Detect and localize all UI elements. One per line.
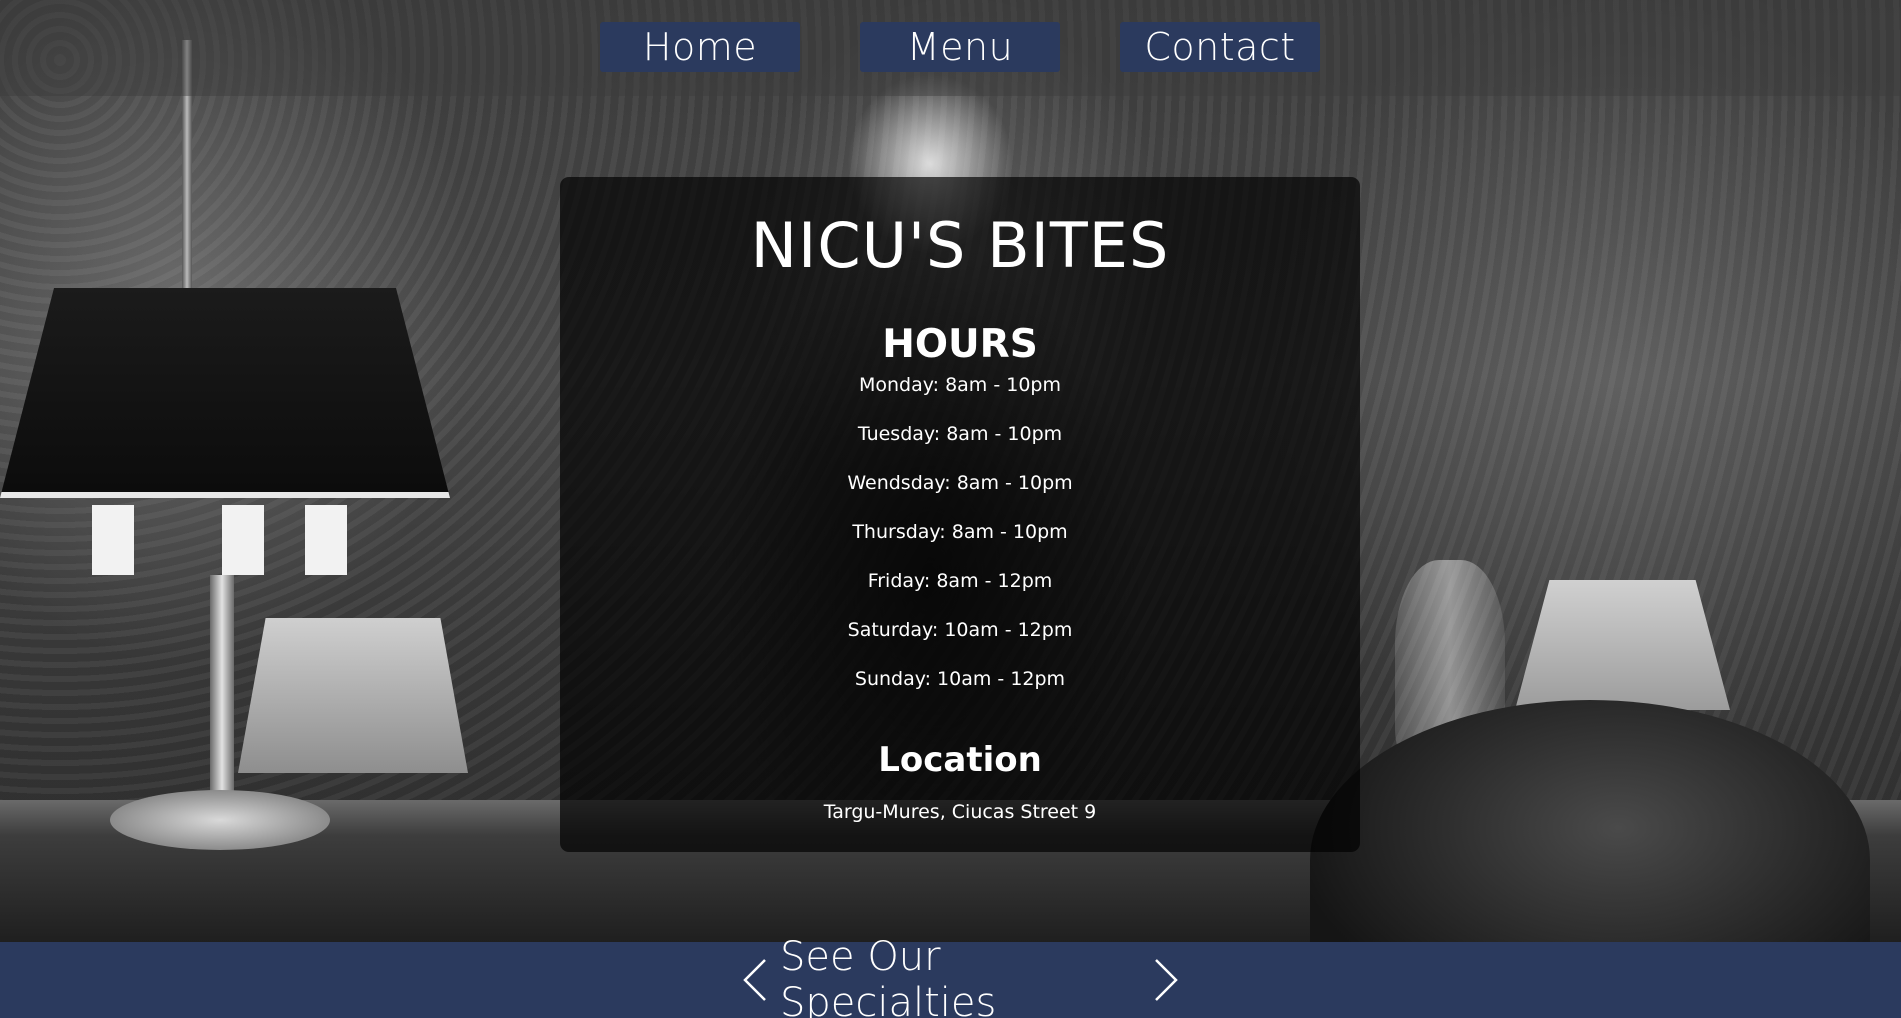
hours-item-monday: Monday: 8am - 10pm — [859, 374, 1061, 396]
location-title: Location — [878, 740, 1042, 780]
brand-title: NICU'S BITES — [750, 209, 1170, 282]
background-hat — [1310, 700, 1870, 942]
lamp-candle — [222, 505, 264, 575]
footer-bar: See Our Specialties — [0, 934, 1901, 1018]
see-specialties-link[interactable]: See Our Specialties — [780, 934, 1140, 1018]
hours-item-wednesday: Wendsday: 8am - 10pm — [847, 472, 1073, 494]
header-bar: Home Menu Contact — [0, 0, 1901, 96]
chevron-left-icon[interactable] — [735, 956, 775, 1004]
chevron-right-icon[interactable] — [1146, 956, 1186, 1004]
lamp-candle — [305, 505, 347, 575]
lamp-stem — [210, 575, 234, 795]
nav-menu-button[interactable]: Menu — [860, 22, 1060, 72]
hours-title: HOURS — [882, 322, 1038, 367]
background-lamp — [238, 618, 468, 773]
hours-item-saturday: Saturday: 10am - 12pm — [847, 619, 1073, 641]
background-lamp — [1515, 580, 1730, 710]
lamp-candle — [92, 505, 134, 575]
location-address: Targu-Mures, Ciucas Street 9 — [823, 801, 1097, 823]
hours-item-sunday: Sunday: 10am - 12pm — [854, 668, 1066, 690]
lamp-base — [110, 790, 330, 850]
hours-list: Monday: 8am - 10pm Tuesday: 8am - 10pm W… — [560, 375, 1360, 718]
info-panel: NICU'S BITES HOURS Monday: 8am - 10pm Tu… — [560, 177, 1360, 852]
nav-home-button[interactable]: Home — [600, 22, 800, 72]
lamp-shade — [0, 288, 450, 498]
hours-item-friday: Friday: 8am - 12pm — [867, 570, 1053, 592]
nav-contact-button[interactable]: Contact — [1120, 22, 1320, 72]
hours-item-thursday: Thursday: 8am - 10pm — [852, 521, 1068, 543]
hours-item-tuesday: Tuesday: 8am - 10pm — [857, 423, 1063, 445]
